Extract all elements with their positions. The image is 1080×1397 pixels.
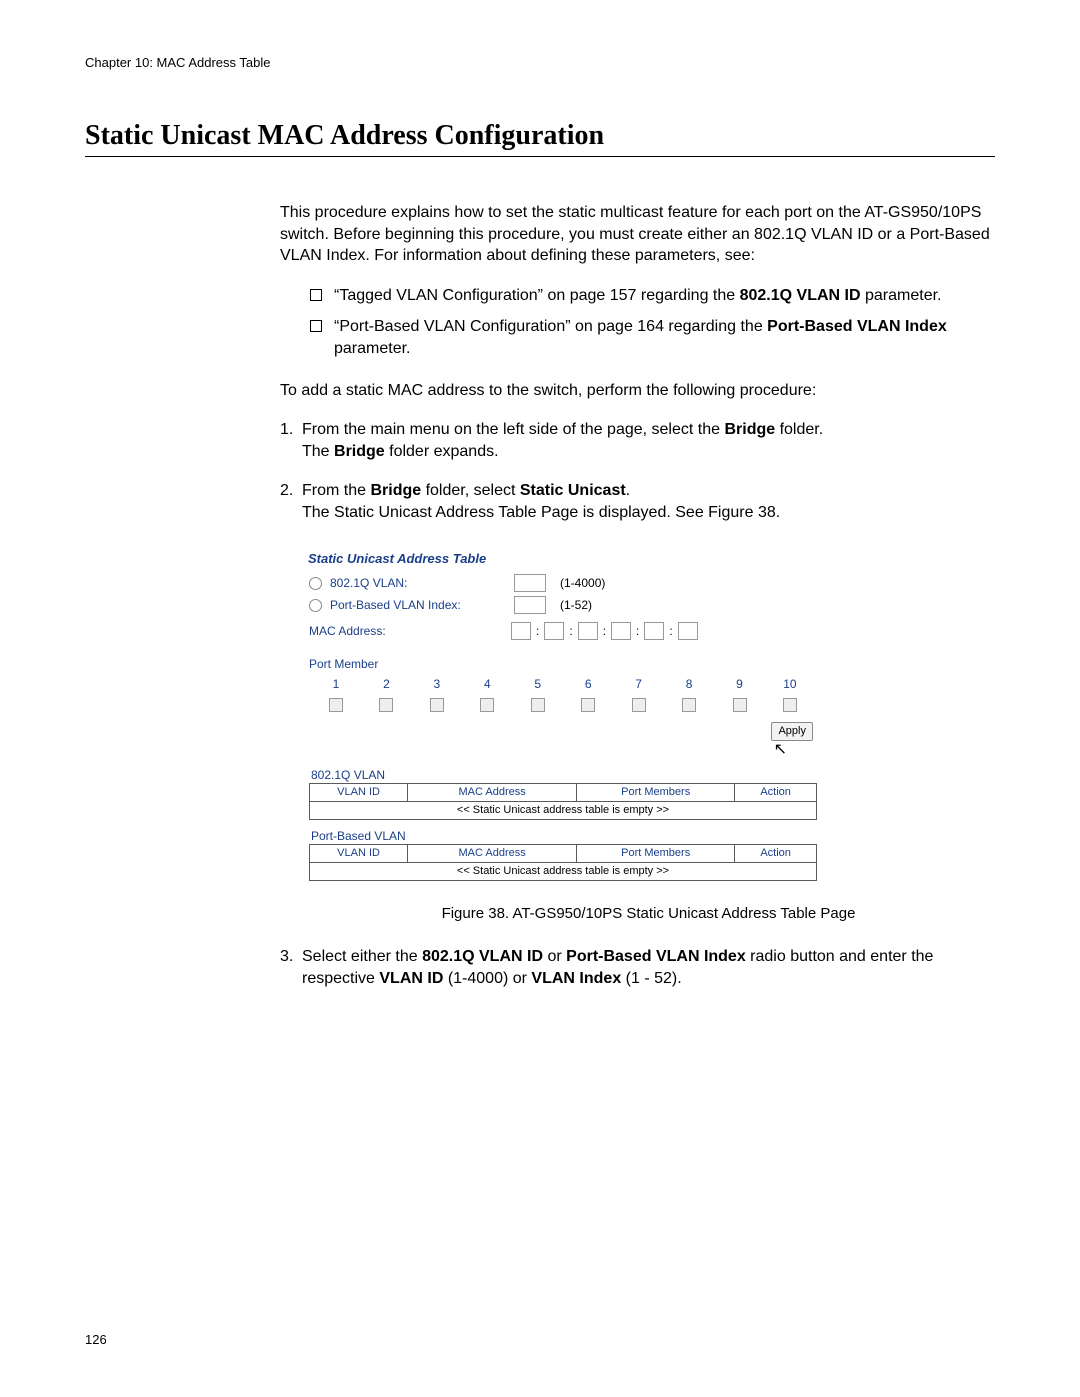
bullet-square-icon (310, 289, 322, 301)
step-bold: 802.1Q VLAN ID (422, 948, 543, 965)
th-mac: MAC Address (408, 845, 577, 863)
mac-octet-input[interactable] (678, 622, 698, 640)
empty-message: << Static Unicast address table is empty… (310, 802, 817, 820)
bullet-text: “Port-Based VLAN Configuration” on page … (334, 318, 767, 335)
section-portbased-label: Port-Based VLAN (309, 828, 817, 844)
port-checkbox[interactable] (632, 698, 646, 712)
mac-octet-input[interactable] (544, 622, 564, 640)
transition-paragraph: To add a static MAC address to the switc… (280, 380, 995, 402)
radio-8021q[interactable] (309, 577, 322, 590)
bullet-bold: Port-Based VLAN Index (767, 318, 947, 335)
cursor-icon: ↖ (774, 739, 787, 761)
bullet-item: “Tagged VLAN Configuration” on page 157 … (310, 285, 995, 307)
mac-octet-input[interactable] (511, 622, 531, 640)
port-number: 1 (312, 676, 360, 692)
port-checkbox[interactable] (531, 698, 545, 712)
step-3: 3. Select either the 802.1Q VLAN ID or P… (280, 946, 995, 989)
empty-message: << Static Unicast address table is empty… (310, 863, 817, 881)
port-number: 2 (362, 676, 410, 692)
th-vlanid: VLAN ID (310, 784, 408, 802)
step-text: folder, select (421, 482, 520, 499)
step-number: 2. (280, 480, 302, 523)
port-number: 9 (716, 676, 764, 692)
step-text: (1-4000) or (443, 970, 531, 987)
figure-title: Static Unicast Address Table (303, 547, 823, 573)
th-mac: MAC Address (408, 784, 577, 802)
figure-screenshot: Static Unicast Address Table 802.1Q VLAN… (302, 546, 824, 887)
port-number: 8 (665, 676, 713, 692)
step-number: 3. (280, 946, 302, 989)
mac-address-label: MAC Address: (309, 623, 507, 639)
vlan-range: (1-4000) (560, 575, 605, 591)
step-1: 1. From the main menu on the left side o… (280, 419, 995, 462)
index-range: (1-52) (560, 597, 592, 613)
port-header-row: 1 2 3 4 5 6 7 8 9 10 (309, 676, 817, 712)
chapter-header: Chapter 10: MAC Address Table (85, 55, 995, 70)
step-text: The Static Unicast Address Table Page is… (302, 504, 780, 521)
step-bold: Bridge (370, 482, 421, 499)
step-bold: VLAN ID (379, 970, 443, 987)
step-text: folder. (775, 421, 823, 438)
bullet-text: “Tagged VLAN Configuration” on page 157 … (334, 287, 740, 304)
step-text: From the main menu on the left side of t… (302, 421, 724, 438)
step-bold: Bridge (334, 443, 385, 460)
bullet-text: parameter. (334, 340, 410, 357)
port-checkbox[interactable] (329, 698, 343, 712)
radio-8021q-label: 802.1Q VLAN: (330, 575, 510, 591)
port-checkbox[interactable] (733, 698, 747, 712)
port-number: 4 (463, 676, 511, 692)
radio-portbased[interactable] (309, 599, 322, 612)
bullet-square-icon (310, 320, 322, 332)
port-checkbox[interactable] (480, 698, 494, 712)
port-number: 7 (615, 676, 663, 692)
th-portmembers: Port Members (577, 784, 735, 802)
port-checkbox[interactable] (379, 698, 393, 712)
section-8021q-label: 802.1Q VLAN (309, 767, 817, 783)
step-text: folder expands. (385, 443, 499, 460)
step-text: or (543, 948, 566, 965)
bullet-text: parameter. (861, 287, 942, 304)
port-checkbox[interactable] (682, 698, 696, 712)
port-checkbox[interactable] (430, 698, 444, 712)
step-text: Select either the (302, 948, 422, 965)
bullet-bold: 802.1Q VLAN ID (740, 287, 861, 304)
step-number: 1. (280, 419, 302, 462)
step-bold: VLAN Index (531, 970, 621, 987)
radio-portbased-label: Port-Based VLAN Index: (330, 597, 510, 613)
step-bold: Port-Based VLAN Index (566, 948, 746, 965)
mac-octet-input[interactable] (611, 622, 631, 640)
figure-caption: Figure 38. AT-GS950/10PS Static Unicast … (302, 904, 995, 924)
port-number: 3 (413, 676, 461, 692)
step-text: (1 - 52). (621, 970, 681, 987)
th-action: Action (735, 845, 817, 863)
step-text: From the (302, 482, 370, 499)
step-bold: Bridge (724, 421, 775, 438)
step-2: 2. From the Bridge folder, select Static… (280, 480, 995, 523)
mac-octet-input[interactable] (578, 622, 598, 640)
mac-octet-input[interactable] (644, 622, 664, 640)
page-title: Static Unicast MAC Address Configuration (85, 120, 995, 157)
port-number: 5 (514, 676, 562, 692)
th-action: Action (735, 784, 817, 802)
bullet-item: “Port-Based VLAN Configuration” on page … (310, 316, 995, 359)
port-checkbox[interactable] (783, 698, 797, 712)
step-text: The (302, 443, 334, 460)
step-bold: Static Unicast (520, 482, 626, 499)
vlan-index-input[interactable] (514, 596, 546, 614)
table-8021q: VLAN ID MAC Address Port Members Action … (309, 783, 817, 820)
th-portmembers: Port Members (577, 845, 735, 863)
th-vlanid: VLAN ID (310, 845, 408, 863)
port-number: 6 (564, 676, 612, 692)
port-checkbox[interactable] (581, 698, 595, 712)
vlan-id-input[interactable] (514, 574, 546, 592)
table-portbased: VLAN ID MAC Address Port Members Action … (309, 844, 817, 881)
page-number: 126 (85, 1332, 107, 1347)
step-text: . (626, 482, 630, 499)
intro-paragraph: This procedure explains how to set the s… (280, 202, 995, 267)
port-number: 10 (766, 676, 814, 692)
port-member-label: Port Member (309, 656, 817, 672)
